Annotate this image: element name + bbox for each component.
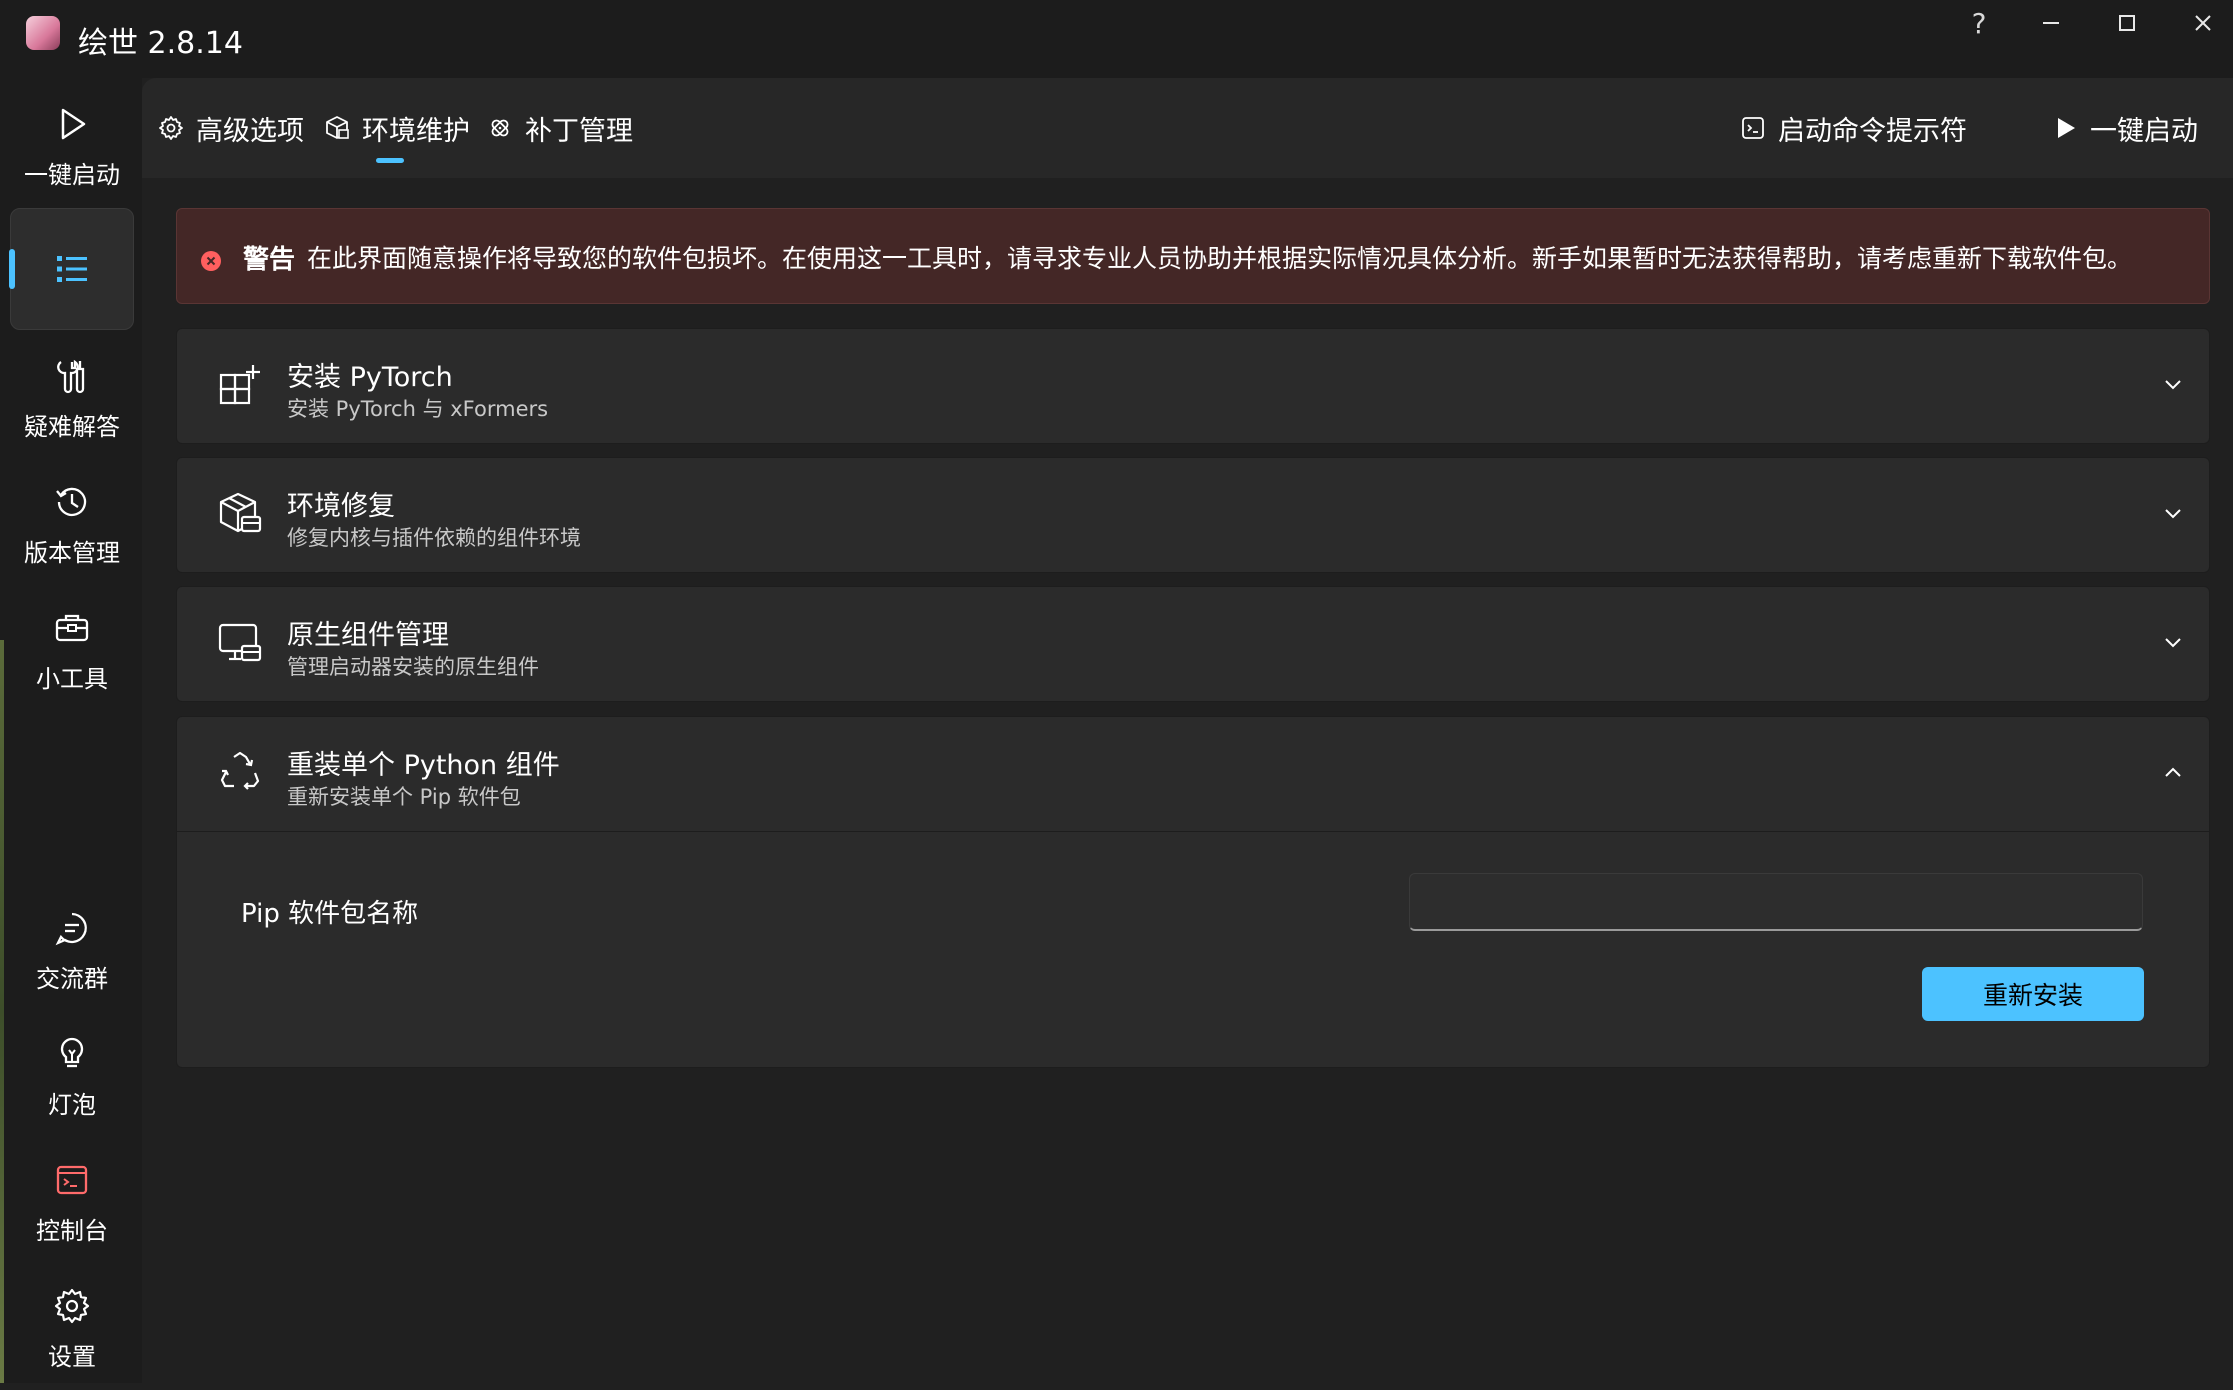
sidebar-item-console[interactable]: 控制台 [10, 1142, 134, 1264]
alert-message: 在此界面随意操作将导致您的软件包损坏。在使用这一工具时，请寻求专业人员协助并根据… [307, 244, 2133, 273]
error-icon [201, 251, 221, 271]
play-icon [2058, 118, 2075, 138]
sidebar-item-label: 灯泡 [48, 1090, 96, 1119]
tools-icon [57, 359, 85, 393]
patch-icon [491, 119, 509, 137]
toolbox-icon [55, 614, 89, 641]
bulb-icon [60, 1037, 84, 1067]
sidebar-item-label: 小工具 [36, 664, 108, 693]
card-native-components[interactable]: 原生组件管理 管理启动器安装的原生组件 [176, 586, 2210, 702]
title-bar: 绘世 2.8.14 ? [0, 0, 2233, 78]
terminal-icon [1742, 117, 1764, 139]
tab-label: 高级选项 [196, 115, 304, 147]
sidebar-item-settings[interactable]: 设置 [10, 1268, 134, 1390]
sidebar-item-label: 一键启动 [24, 160, 120, 189]
tab-environment[interactable]: 环境维护 [324, 78, 470, 178]
close-button[interactable] [2168, 2, 2233, 44]
card-header[interactable]: 原生组件管理 管理启动器安装的原生组件 [177, 587, 2209, 701]
sidebar-item-community[interactable]: 交流群 [10, 890, 134, 1012]
card-title: 重装单个 Python 组件 [287, 750, 560, 781]
tab-advanced-options[interactable]: 高级选项 [158, 78, 304, 178]
sidebar-item-label: 设置 [48, 1342, 96, 1371]
chevron-down-icon[interactable] [2157, 498, 2189, 530]
card-install-pytorch[interactable]: 安装 PyTorch 安装 PyTorch 与 xFormers [176, 328, 2210, 444]
card-environment-repair[interactable]: 环境修复 修复内核与插件依赖的组件环境 [176, 457, 2210, 573]
window-edge [0, 640, 4, 1383]
chevron-up-icon[interactable] [2157, 757, 2189, 789]
terminal-button-label: 启动命令提示符 [1778, 115, 1967, 147]
pip-package-name-label: Pip 软件包名称 [241, 899, 419, 929]
card-subtitle: 重新安装单个 Pip 软件包 [287, 785, 521, 809]
card-header[interactable]: 重装单个 Python 组件 重新安装单个 Pip 软件包 [177, 717, 2209, 831]
sidebar-item-tools[interactable]: 小工具 [10, 590, 134, 712]
chevron-down-icon[interactable] [2157, 369, 2189, 401]
sidebar-item-label: 疑难解答 [24, 412, 120, 441]
package-icon [326, 116, 349, 139]
open-terminal-button[interactable]: 启动命令提示符 [1740, 78, 1967, 178]
sidebar-item-label: 控制台 [36, 1216, 108, 1245]
help-label: ? [1971, 6, 1987, 40]
history-icon [56, 487, 87, 516]
tab-label: 补丁管理 [525, 115, 633, 147]
monitor-toolbox-icon [217, 619, 263, 665]
reinstall-button[interactable]: 重新安装 [1922, 967, 2144, 1021]
card-title: 安装 PyTorch [287, 362, 453, 393]
sidebar-item-label: 交流群 [36, 964, 108, 993]
pip-package-name-input[interactable] [1409, 873, 2143, 931]
card-reinstall-python-component: 重装单个 Python 组件 重新安装单个 Pip 软件包 Pip 软件包名称 … [176, 716, 2210, 1068]
gear-icon [54, 1288, 90, 1323]
tab-label: 环境维护 [362, 115, 470, 147]
minimize-button[interactable] [2016, 2, 2086, 44]
minimize-icon [2043, 22, 2059, 24]
sidebar-item-versions[interactable]: 版本管理 [10, 464, 134, 586]
card-subtitle: 安装 PyTorch 与 xFormers [287, 397, 549, 421]
console-icon [56, 1165, 88, 1194]
chevron-down-icon[interactable] [2157, 627, 2189, 659]
list-icon [57, 256, 87, 282]
active-tab-indicator [376, 158, 404, 163]
gear-icon [159, 116, 183, 140]
sidebar: 一键启动 疑难解答 版本管理 小工具 交流群 灯泡 控制台 设置 [0, 78, 142, 1383]
card-title: 环境修复 [287, 491, 395, 522]
card-divider [177, 831, 2209, 832]
tab-bar: 高级选项 环境维护 补丁管理 启动命令提示符 一键启动 [142, 78, 2233, 178]
one-click-launch-button[interactable]: 一键启动 [2052, 78, 2198, 178]
help-button[interactable]: ? [1944, 2, 2014, 44]
app-logo-icon [26, 16, 60, 50]
maximize-icon [2119, 15, 2135, 31]
selection-indicator [9, 249, 15, 289]
warning-alert: 警告 在此界面随意操作将导致您的软件包损坏。在使用这一工具时，请寻求专业人员协助… [176, 208, 2210, 304]
sidebar-item-label: 版本管理 [24, 538, 120, 567]
chat-icon [55, 912, 87, 945]
recycle-icon [217, 749, 263, 795]
play-icon [61, 108, 86, 139]
tab-patch-management[interactable]: 补丁管理 [487, 78, 633, 178]
card-header[interactable]: 安装 PyTorch 安装 PyTorch 与 xFormers [177, 329, 2209, 443]
alert-title: 警告 [243, 245, 296, 275]
card-header[interactable]: 环境修复 修复内核与插件依赖的组件环境 [177, 458, 2209, 572]
close-icon [2195, 15, 2211, 31]
sidebar-item-launch[interactable]: 一键启动 [10, 86, 134, 208]
grid-add-icon [217, 361, 263, 407]
box-repair-icon [217, 490, 263, 536]
sidebar-item-advanced[interactable] [9, 208, 134, 330]
card-title: 原生组件管理 [287, 620, 449, 651]
card-subtitle: 管理启动器安装的原生组件 [287, 655, 539, 679]
maximize-button[interactable] [2092, 2, 2162, 44]
sidebar-item-bulb[interactable]: 灯泡 [10, 1016, 134, 1138]
window-title: 绘世 2.8.14 [78, 26, 243, 61]
sidebar-item-troubleshoot[interactable]: 疑难解答 [10, 338, 134, 460]
card-subtitle: 修复内核与插件依赖的组件环境 [287, 526, 581, 550]
launch-button-label: 一键启动 [2090, 115, 2198, 147]
